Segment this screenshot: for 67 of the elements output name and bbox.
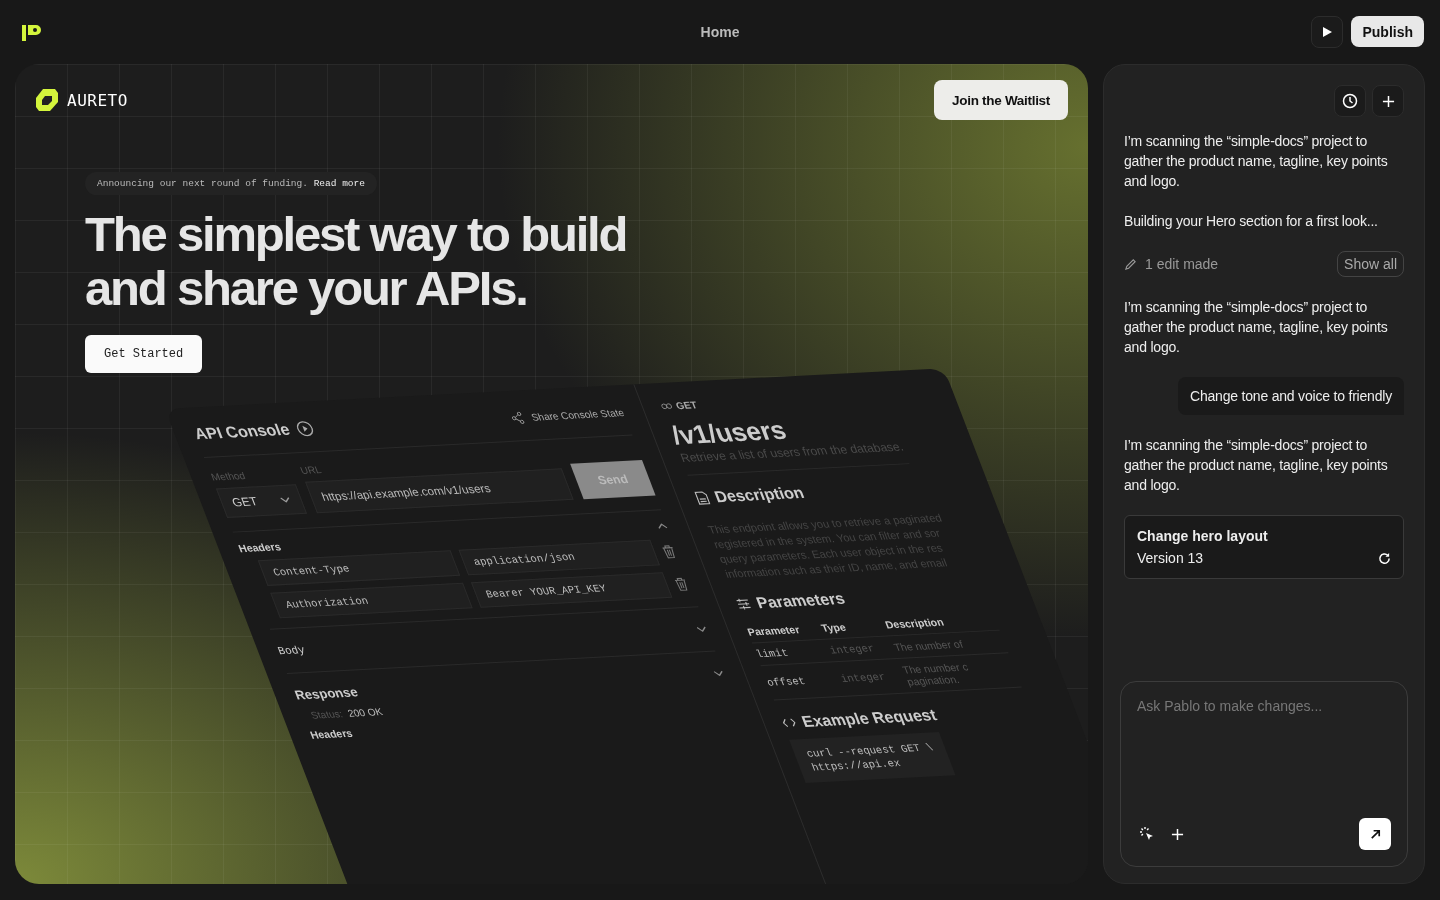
link-icon bbox=[659, 402, 674, 410]
chevron-down-icon bbox=[279, 496, 292, 504]
trash-icon[interactable] bbox=[660, 544, 678, 559]
chevron-down-icon[interactable] bbox=[695, 626, 708, 633]
example-heading: Example Request bbox=[799, 706, 940, 731]
read-more-link[interactable]: Read more bbox=[313, 178, 365, 189]
new-chat-button[interactable] bbox=[1372, 85, 1404, 117]
status-label: Status: bbox=[309, 708, 345, 721]
column-header: Parameter bbox=[745, 622, 803, 638]
console-title: API Console bbox=[191, 420, 293, 444]
document-icon bbox=[693, 490, 712, 506]
announcement-badge: Announcing our next round of funding. Read more bbox=[85, 172, 377, 195]
body-label: Body bbox=[276, 644, 308, 658]
description-heading: Description bbox=[712, 483, 807, 507]
send-button[interactable] bbox=[1359, 818, 1391, 850]
arrow-up-right-icon bbox=[1368, 827, 1382, 841]
history-button[interactable] bbox=[1334, 85, 1366, 117]
page-title: Home bbox=[699, 24, 741, 40]
parameter-type: integer bbox=[827, 641, 878, 657]
edit-count: 1 edit made bbox=[1145, 256, 1219, 272]
refresh-icon[interactable] bbox=[1378, 551, 1391, 565]
version-card[interactable]: Change hero layout Version 13 bbox=[1124, 515, 1404, 579]
show-all-button[interactable]: Show all bbox=[1337, 251, 1404, 277]
status-value: 200 OK bbox=[346, 706, 385, 719]
response-headers-label: Headers bbox=[308, 725, 356, 741]
logo-icon bbox=[22, 23, 42, 41]
version-title: Change hero layout bbox=[1137, 528, 1269, 544]
chevron-down-icon[interactable] bbox=[712, 669, 725, 677]
method-select[interactable]: GET bbox=[215, 484, 308, 518]
header-key-field[interactable]: Content-Type bbox=[257, 550, 460, 586]
response-title: Response bbox=[292, 684, 361, 703]
hero-headline: The simplest way to build and share your APIs. bbox=[85, 207, 627, 315]
parameter-type: integer bbox=[838, 669, 889, 685]
assistant-message: Building your Hero section for a first look... bbox=[1124, 212, 1379, 231]
plus-icon bbox=[1381, 94, 1395, 108]
assistant-message: I’m scanning the “simple-docs” project to gather the product name, tagline, key points and logo. bbox=[1124, 298, 1389, 357]
plus-icon[interactable] bbox=[1171, 827, 1184, 841]
prompt-field[interactable]: Ask Pablo to make changes... bbox=[1137, 698, 1391, 818]
code-icon bbox=[780, 717, 798, 728]
brand-name: AURETO bbox=[67, 90, 128, 110]
clock-icon bbox=[1342, 93, 1358, 109]
user-message: Change tone and voice to friendly bbox=[1178, 377, 1404, 415]
column-header: Description bbox=[883, 614, 947, 631]
header-value-field[interactable]: application/json bbox=[457, 539, 660, 576]
parameter-name: offset bbox=[765, 674, 809, 689]
waitlist-button[interactable]: Join the Waitlist bbox=[934, 80, 1068, 120]
get-started-button[interactable]: Get Started bbox=[85, 335, 203, 373]
logo-icon bbox=[35, 88, 59, 112]
header-key-field[interactable]: Authorization bbox=[270, 582, 473, 619]
parameter-name: limit bbox=[754, 645, 792, 661]
play-icon bbox=[1321, 26, 1334, 38]
parameters-heading: Parameters bbox=[753, 589, 848, 613]
docs-method: GET bbox=[674, 399, 699, 412]
publish-button[interactable]: Publish bbox=[1351, 16, 1424, 47]
cursor-sparkle-icon[interactable] bbox=[1139, 826, 1155, 842]
assistant-message: I’m scanning the “simple-docs” project to gather the product name, tagline, key points and logo. bbox=[1124, 132, 1389, 191]
chevron-up-icon[interactable] bbox=[656, 522, 669, 530]
sliders-icon bbox=[734, 597, 753, 611]
play-button[interactable] bbox=[1311, 16, 1344, 48]
pencil-icon bbox=[1124, 257, 1137, 271]
code-block: curl --request GET \ https://api.ex bbox=[789, 731, 956, 783]
share-link[interactable]: Share Console State bbox=[529, 406, 626, 423]
header-value-field[interactable]: Bearer YOUR_API_KEY bbox=[470, 572, 673, 608]
version-number: Version 13 bbox=[1137, 550, 1204, 566]
prompt-box[interactable]: Ask Pablo to make changes... bbox=[1120, 681, 1408, 867]
column-header: Type bbox=[819, 619, 849, 634]
assistant-message: I’m scanning the “simple-docs” project to gather the product name, tagline, key points and logo. bbox=[1124, 436, 1389, 495]
